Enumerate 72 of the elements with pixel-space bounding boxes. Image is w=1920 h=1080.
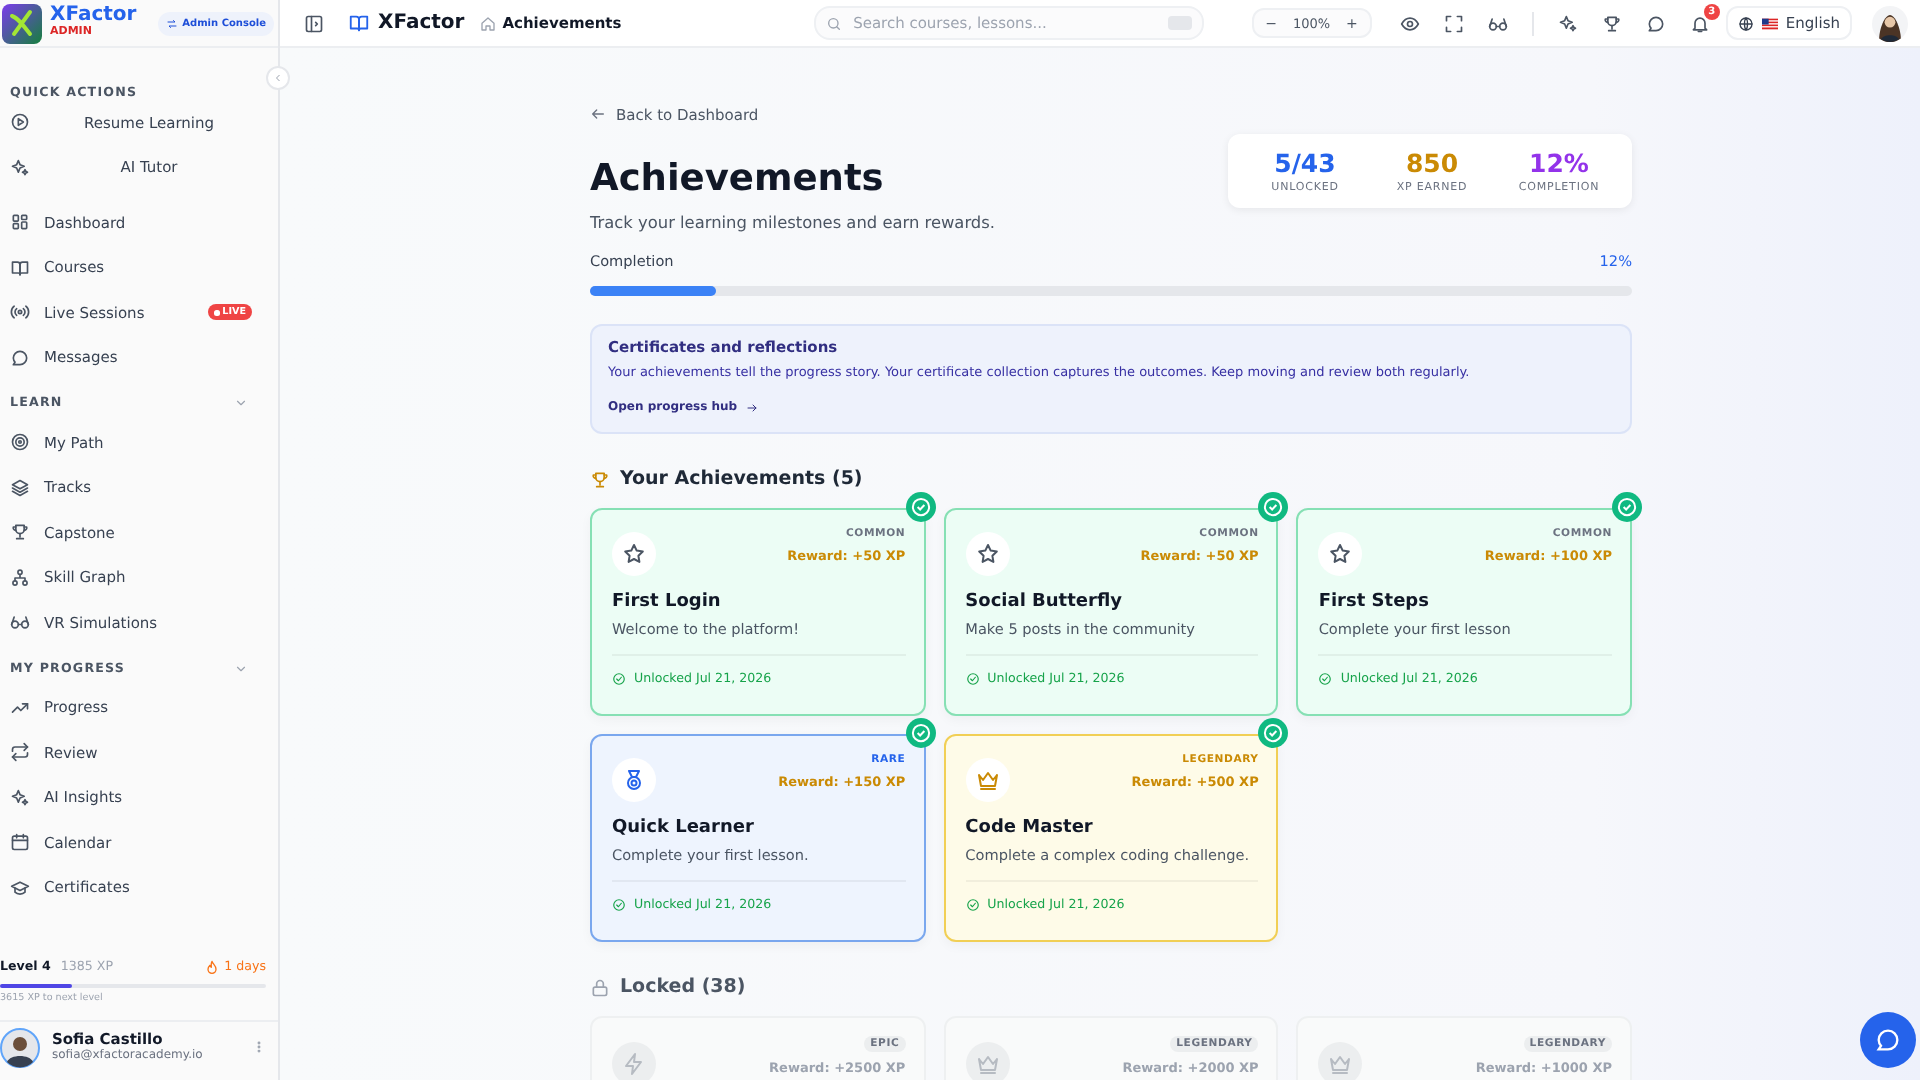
achievement-name: Quick Learner xyxy=(612,818,756,839)
sidebar-toggle-icon[interactable] xyxy=(304,13,324,33)
play-icon xyxy=(10,112,30,133)
check-circle-icon xyxy=(965,672,980,687)
achievement-name: First Steps xyxy=(1318,592,1431,613)
trophy-icon xyxy=(10,522,30,543)
graduation-cap-icon xyxy=(10,877,30,898)
lock-icon xyxy=(590,977,610,998)
swap-icon xyxy=(166,17,179,29)
arrow-right-icon xyxy=(745,401,758,414)
section-title: Your Achievements (5) xyxy=(620,468,863,491)
check-badge-icon xyxy=(905,718,936,749)
stat-value: 12% xyxy=(1529,148,1589,178)
glasses-icon[interactable] xyxy=(1487,13,1508,33)
lightning-icon xyxy=(622,1052,646,1077)
crown-icon xyxy=(1328,1052,1353,1077)
home-icon xyxy=(480,15,497,31)
flag-icon xyxy=(1761,17,1778,29)
section-title: Locked (38) xyxy=(620,976,746,999)
layers-icon xyxy=(10,477,30,498)
search-icon xyxy=(825,15,842,31)
app-name: XFactor xyxy=(378,12,465,34)
crown-icon xyxy=(975,768,1000,793)
check-circle-icon xyxy=(612,672,626,687)
eye-icon[interactable] xyxy=(1399,13,1420,33)
trophy-icon xyxy=(590,469,610,490)
glasses-icon xyxy=(10,612,30,633)
stat-value: 5/43 xyxy=(1274,148,1336,178)
brand-name: XFactor xyxy=(50,6,137,27)
grid-icon xyxy=(10,212,30,233)
crown-icon xyxy=(975,1052,1000,1077)
sparkles-icon xyxy=(10,787,30,808)
star-icon xyxy=(975,542,1000,567)
sparkles-icon xyxy=(10,157,30,178)
calendar-icon xyxy=(10,832,30,853)
book-icon xyxy=(10,257,30,278)
flame-icon xyxy=(204,959,221,975)
chat-icon xyxy=(1874,1026,1902,1054)
avatar-icon[interactable] xyxy=(0,1027,40,1067)
avatar-icon[interactable] xyxy=(1872,5,1908,41)
broadcast-icon xyxy=(10,302,30,323)
logo-icon xyxy=(2,3,42,43)
stat-value: 850 xyxy=(1405,148,1459,178)
star-icon xyxy=(622,542,646,567)
repeat-icon xyxy=(10,742,30,763)
fullscreen-icon[interactable] xyxy=(1443,13,1464,33)
chat-icon xyxy=(10,347,30,368)
chat-icon[interactable] xyxy=(1645,13,1666,33)
check-badge-icon xyxy=(905,492,936,523)
trend-icon xyxy=(10,697,30,718)
check-badge-icon xyxy=(1258,492,1289,523)
page-title: Achievements xyxy=(590,160,886,201)
bell-icon[interactable] xyxy=(1689,13,1710,33)
trophy-icon[interactable] xyxy=(1601,13,1622,33)
check-circle-icon xyxy=(612,898,626,913)
achievement-name: Code Master xyxy=(965,818,1095,839)
sparkles-icon[interactable] xyxy=(1557,13,1578,33)
achievement-name: Social Butterfly xyxy=(965,592,1124,613)
arrow-left-icon xyxy=(590,106,606,122)
graph-icon xyxy=(10,567,30,588)
achievement-name: First Login xyxy=(612,592,723,613)
page-subtitle: Track your learning milestones and earn rewards. xyxy=(590,212,995,233)
check-badge-icon xyxy=(1258,718,1289,749)
target-icon xyxy=(10,432,30,453)
book-icon xyxy=(348,12,370,34)
medal-icon xyxy=(622,768,646,793)
check-badge-icon xyxy=(1612,492,1642,523)
check-circle-icon xyxy=(965,898,980,913)
check-circle-icon xyxy=(1318,672,1333,687)
star-icon xyxy=(1328,542,1353,567)
globe-icon xyxy=(1737,15,1754,31)
chevron-left-icon xyxy=(272,72,284,84)
